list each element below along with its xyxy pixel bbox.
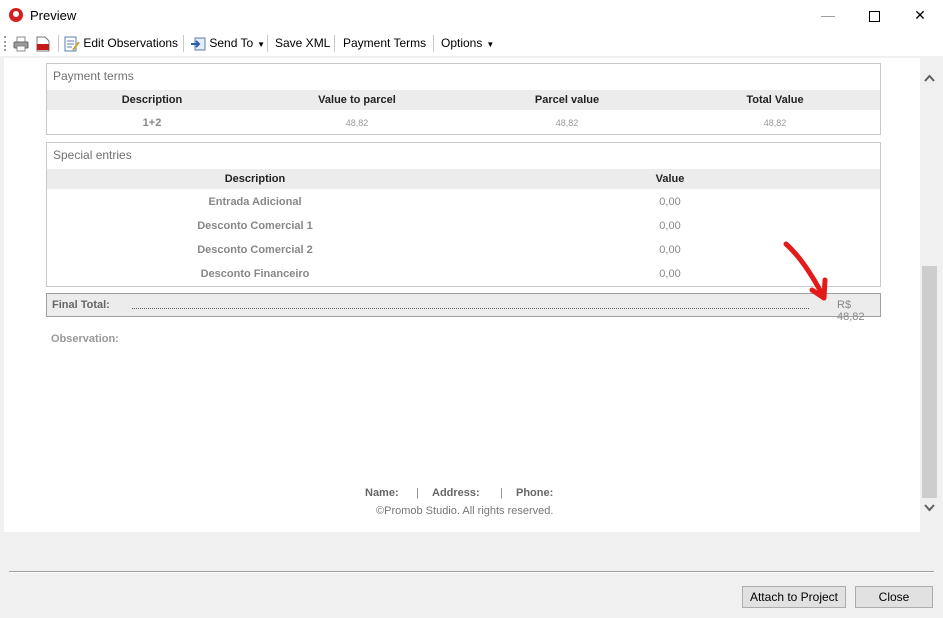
- special-entries-panel: Special entries Description Value Entrad…: [46, 142, 881, 287]
- footer-name-label: Name:: [365, 487, 399, 499]
- chevron-down-icon: ▼: [486, 40, 495, 49]
- payment-terms-button[interactable]: Payment Terms: [343, 35, 426, 52]
- options-dropdown[interactable]: Options ▼: [441, 35, 494, 52]
- observation-label: Observation:: [51, 333, 119, 345]
- toolbar-separator: [58, 35, 59, 52]
- footer-separator: |: [500, 487, 503, 499]
- toolbar-separator: [183, 35, 184, 52]
- edit-document-icon: [64, 36, 80, 52]
- payment-terms-title: Payment terms: [53, 69, 134, 83]
- entry-value: 0,00: [659, 268, 681, 280]
- dotted-leader: [132, 308, 809, 309]
- toolbar-separator: [433, 35, 434, 52]
- copyright-text: ©Promob Studio. All rights reserved.: [376, 505, 554, 517]
- print-button[interactable]: [13, 35, 29, 52]
- entry-value: 0,00: [659, 220, 681, 232]
- close-window-button[interactable]: ✕: [897, 0, 943, 31]
- pdf-icon: [36, 36, 50, 52]
- pdf-button[interactable]: [36, 35, 50, 52]
- final-total-label: Final Total:: [52, 299, 110, 311]
- footer-phone-label: Phone:: [516, 487, 554, 499]
- toolbar-grip[interactable]: [4, 36, 8, 51]
- bottom-divider: [9, 571, 934, 573]
- total-value: 48,82: [763, 118, 787, 128]
- entry-description: Entrada Adicional: [208, 196, 302, 208]
- minimize-button[interactable]: —: [805, 0, 851, 31]
- options-label: Options: [441, 36, 483, 50]
- payment-terms-header: Description Value to parcel Parcel value…: [47, 90, 880, 110]
- scroll-down-button[interactable]: [920, 501, 939, 518]
- special-entries-header: Description Value: [47, 169, 880, 189]
- maximize-icon: [868, 10, 880, 22]
- vertical-scrollbar[interactable]: [920, 58, 939, 532]
- value-to-parcel: 48,82: [345, 118, 369, 128]
- entry-description: Desconto Comercial 1: [197, 220, 313, 232]
- column-header: Value: [655, 173, 685, 185]
- send-icon: [191, 37, 206, 51]
- entry-description: Desconto Comercial 2: [197, 244, 313, 256]
- chevron-down-icon: [924, 504, 935, 512]
- chevron-up-icon: [924, 74, 935, 82]
- footer-address-label: Address:: [432, 487, 480, 499]
- app-icon: [9, 8, 23, 22]
- toolbar-separator: [334, 35, 335, 52]
- red-arrow-annotation: [783, 241, 828, 301]
- column-header: Value to parcel: [318, 94, 396, 106]
- entry-value: 0,00: [659, 244, 681, 256]
- edit-observations-label: Edit Observations: [83, 36, 179, 50]
- edit-observations-button[interactable]: Edit Observations: [64, 35, 178, 52]
- toolbar: Edit Observations Send To ▼ Save XML Paym…: [0, 31, 943, 56]
- column-header: Description: [121, 94, 183, 106]
- column-header: Description: [224, 173, 286, 185]
- send-to-dropdown[interactable]: Send To ▼: [190, 35, 265, 52]
- entry-value: 0,00: [659, 196, 681, 208]
- final-total-value: R$ 48,82: [837, 299, 865, 323]
- report-preview[interactable]: Payment terms Description Value to parce…: [4, 58, 920, 532]
- special-entries-title: Special entries: [53, 148, 132, 162]
- column-header: Total Value: [746, 94, 804, 106]
- scroll-up-button[interactable]: [920, 71, 939, 88]
- toolbar-separator: [267, 35, 268, 52]
- entry-description: Desconto Financeiro: [200, 268, 310, 280]
- payment-description: 1+2: [142, 117, 162, 129]
- save-xml-button[interactable]: Save XML: [275, 35, 330, 52]
- chevron-down-icon: ▼: [257, 40, 266, 49]
- scroll-thumb[interactable]: [922, 266, 937, 498]
- send-to-label: Send To: [209, 36, 254, 50]
- final-total-bar: Final Total: R$ 48,82: [46, 293, 881, 323]
- attach-to-project-button[interactable]: Attach to Project: [742, 586, 846, 608]
- close-button[interactable]: Close: [855, 586, 933, 608]
- title-bar: Preview — ✕: [0, 0, 943, 32]
- parcel-value: 48,82: [555, 118, 579, 128]
- window-title: Preview: [30, 8, 77, 23]
- column-header: Parcel value: [534, 94, 600, 106]
- footer-separator: |: [416, 487, 419, 499]
- printer-icon: [13, 36, 29, 52]
- payment-terms-panel: Payment terms Description Value to parce…: [46, 63, 881, 135]
- maximize-button[interactable]: [851, 0, 897, 31]
